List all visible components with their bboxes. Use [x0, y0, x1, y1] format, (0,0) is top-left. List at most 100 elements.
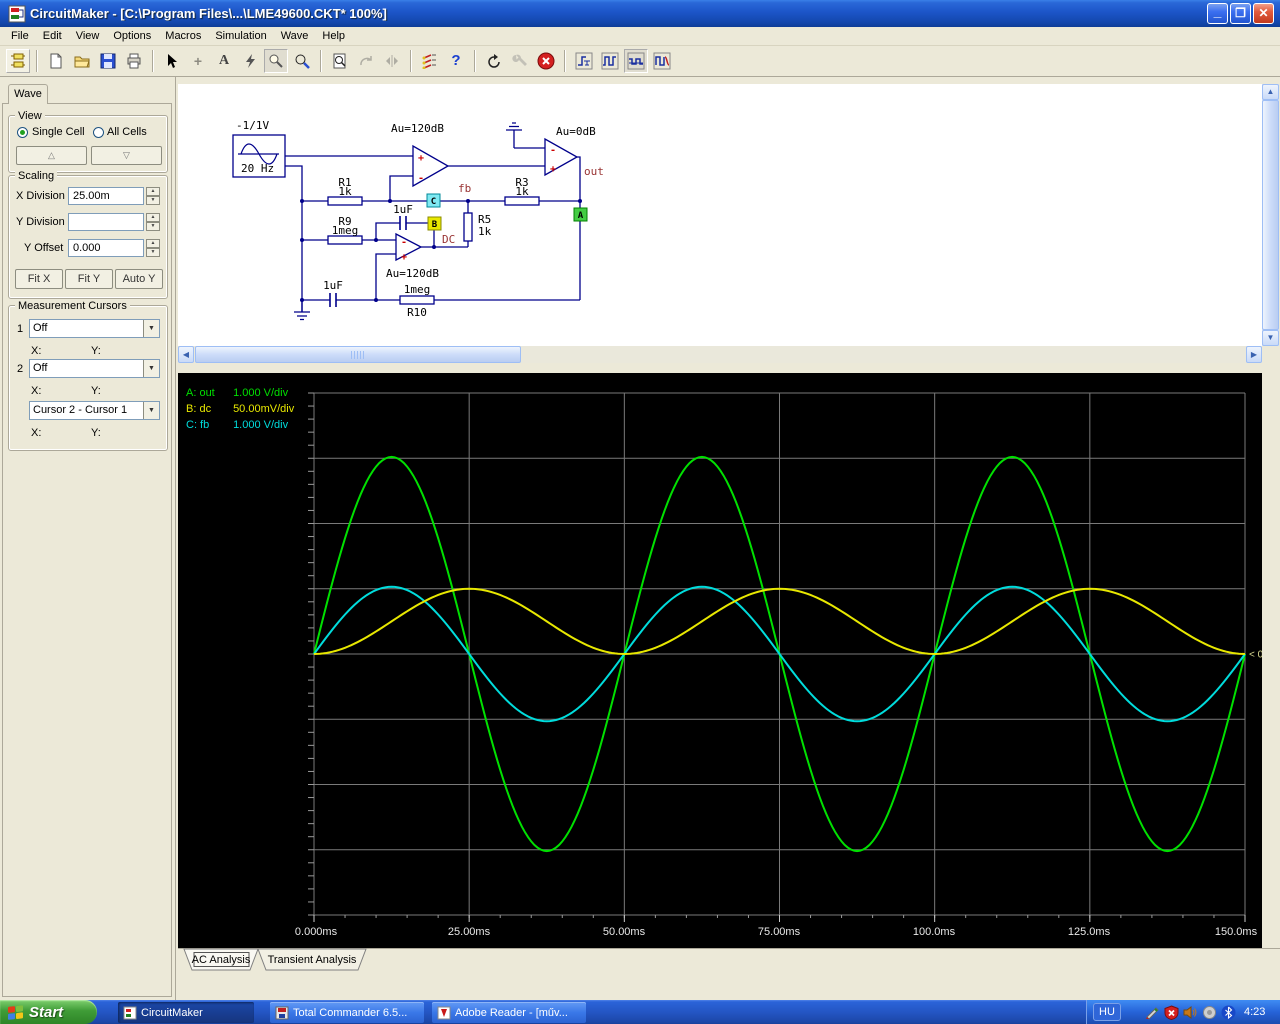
- security-alert-icon[interactable]: [1164, 1004, 1179, 1020]
- toolbar-separator: [36, 50, 38, 72]
- fit-x-button[interactable]: Fit X: [15, 269, 63, 289]
- menu-help[interactable]: Help: [315, 28, 352, 44]
- tab-wave[interactable]: Wave: [8, 84, 48, 104]
- menu-simulation[interactable]: Simulation: [208, 28, 273, 44]
- start-button[interactable]: Start: [0, 1000, 97, 1024]
- analog-analysis-button[interactable]: [624, 49, 648, 73]
- resistor-r1[interactable]: [327, 196, 363, 206]
- all-cells-radio[interactable]: [93, 127, 104, 138]
- horizontal-scroll-thumb[interactable]: [195, 346, 521, 363]
- opamp3-gain-label: Au=120dB: [386, 267, 439, 280]
- new-file-button[interactable]: [44, 49, 68, 73]
- opamp3-servo[interactable]: [395, 232, 423, 262]
- y-offset-spinner[interactable]: ▲ ▼: [146, 239, 160, 257]
- bluetooth-icon[interactable]: [1221, 1005, 1236, 1020]
- taskbar-clock[interactable]: 4:23: [1244, 1006, 1265, 1018]
- zoom-tool-button[interactable]: [290, 49, 314, 73]
- schematic-canvas[interactable]: + - - + - + -1/1V 20 Hz Au=120dB Au=0dB Au=…: [178, 84, 1262, 346]
- source-frequency-label: 20 Hz: [241, 162, 274, 175]
- splitter-strip[interactable]: [178, 363, 1280, 373]
- y-offset-input[interactable]: 0.000: [68, 239, 144, 257]
- mirror-button[interactable]: [380, 49, 404, 73]
- probe-tool-button[interactable]: [264, 49, 288, 73]
- schematic-vertical-scrollbar[interactable]: ▲ ▼: [1262, 84, 1279, 346]
- resistor-r5[interactable]: [463, 212, 473, 242]
- capacitor-input[interactable]: [329, 293, 337, 307]
- scroll-up-icon[interactable]: ▲: [1262, 84, 1279, 100]
- save-icon: [100, 53, 116, 69]
- rotate-button[interactable]: [354, 49, 378, 73]
- reset-simulation-button[interactable]: [482, 49, 506, 73]
- tab-transient-analysis-label[interactable]: Transient Analysis: [268, 954, 357, 966]
- scroll-right-icon[interactable]: ▶: [1246, 346, 1262, 363]
- schematic-horizontal-scrollbar[interactable]: ◀ ▶: [178, 346, 1262, 363]
- scroll-down-icon[interactable]: ▼: [1262, 330, 1279, 346]
- waveform-window[interactable]: A: out 1.000 V/div B: dc 50.00mV/div C: …: [178, 373, 1264, 948]
- resistor-r10[interactable]: [399, 295, 435, 305]
- resistor-r3[interactable]: [504, 196, 540, 206]
- mixed-analysis-button[interactable]: [650, 49, 674, 73]
- delete-tool-button[interactable]: [238, 49, 262, 73]
- cell-down-button[interactable]: ▽: [91, 146, 162, 165]
- find-part-button[interactable]: [328, 49, 352, 73]
- print-button[interactable]: [122, 49, 146, 73]
- y-division-spinner[interactable]: ▲ ▼: [146, 213, 160, 231]
- language-indicator[interactable]: HU: [1093, 1003, 1121, 1021]
- menu-wave[interactable]: Wave: [274, 28, 316, 44]
- single-cell-radio[interactable]: [17, 127, 28, 138]
- trace-c-label: C: fb: [186, 419, 210, 431]
- y-division-input[interactable]: [68, 213, 144, 231]
- chevron-down-icon[interactable]: ▼: [143, 402, 159, 419]
- stop-simulation-button[interactable]: [534, 49, 558, 73]
- capacitor-feedback[interactable]: [399, 216, 407, 230]
- chevron-down-icon[interactable]: ▼: [143, 360, 159, 377]
- legend-row-b: B: dc 50.00mV/div: [186, 401, 294, 417]
- save-button[interactable]: [96, 49, 120, 73]
- vertical-scroll-thumb[interactable]: [1262, 100, 1279, 330]
- minimize-button[interactable]: _: [1207, 3, 1228, 24]
- digital-switches-button[interactable]: [418, 49, 442, 73]
- task-total-commander[interactable]: Total Commander 6.5...: [270, 1002, 424, 1023]
- x-division-spinner[interactable]: ▲ ▼: [146, 187, 160, 205]
- source-amplitude-label: -1/1V: [236, 119, 269, 132]
- x-division-input[interactable]: 25.00m: [68, 187, 144, 205]
- auto-y-button[interactable]: Auto Y: [115, 269, 163, 289]
- restore-button[interactable]: ❐: [1230, 3, 1251, 24]
- menu-macros[interactable]: Macros: [158, 28, 208, 44]
- title-bar[interactable]: CircuitMaker - [C:\Program Files\...\LME…: [0, 0, 1280, 27]
- task-circuitmaker[interactable]: CircuitMaker: [118, 1002, 254, 1023]
- menu-edit[interactable]: Edit: [36, 28, 69, 44]
- tablet-pen-icon[interactable]: [1145, 1005, 1160, 1020]
- setup-button[interactable]: [508, 49, 532, 73]
- text-tool-button[interactable]: A: [212, 49, 236, 73]
- opamp1-gain-label: Au=120dB: [391, 122, 444, 135]
- svg-text:1k: 1k: [515, 185, 529, 198]
- digital-analysis-button[interactable]: [598, 49, 622, 73]
- step-analysis-button[interactable]: [572, 49, 596, 73]
- menu-file[interactable]: File: [4, 28, 36, 44]
- cell-up-button[interactable]: △: [16, 146, 87, 165]
- cursor1-select[interactable]: Off ▼: [29, 319, 160, 338]
- chevron-down-icon[interactable]: ▼: [143, 320, 159, 337]
- scroll-left-icon[interactable]: ◀: [178, 346, 194, 363]
- parts-browser-button[interactable]: [6, 49, 30, 73]
- select-tool-button[interactable]: [160, 49, 184, 73]
- resistor-r9[interactable]: [327, 235, 363, 245]
- system-tray: HU 4:23: [1086, 1000, 1280, 1024]
- fit-y-button[interactable]: Fit Y: [65, 269, 113, 289]
- trace-c-scale: 1.000 V/div: [233, 419, 289, 431]
- open-file-button[interactable]: [70, 49, 94, 73]
- close-button[interactable]: ✕: [1253, 3, 1274, 24]
- cursor2-select[interactable]: Off ▼: [29, 359, 160, 378]
- menu-options[interactable]: Options: [106, 28, 158, 44]
- menu-view[interactable]: View: [69, 28, 107, 44]
- cursor-diff-select[interactable]: Cursor 2 - Cursor 1 ▼: [29, 401, 160, 420]
- tab-ac-analysis-label[interactable]: AC Analysis: [192, 954, 251, 966]
- new-file-icon: [50, 53, 62, 69]
- update-icon[interactable]: [1202, 1005, 1217, 1020]
- task-adobe-reader[interactable]: Adobe Reader - [műv...: [432, 1002, 586, 1023]
- cursor1-number: 1: [17, 323, 24, 335]
- help-button[interactable]: ?: [444, 49, 468, 73]
- wire-tool-button[interactable]: +: [186, 49, 210, 73]
- volume-icon[interactable]: [1183, 1005, 1198, 1020]
